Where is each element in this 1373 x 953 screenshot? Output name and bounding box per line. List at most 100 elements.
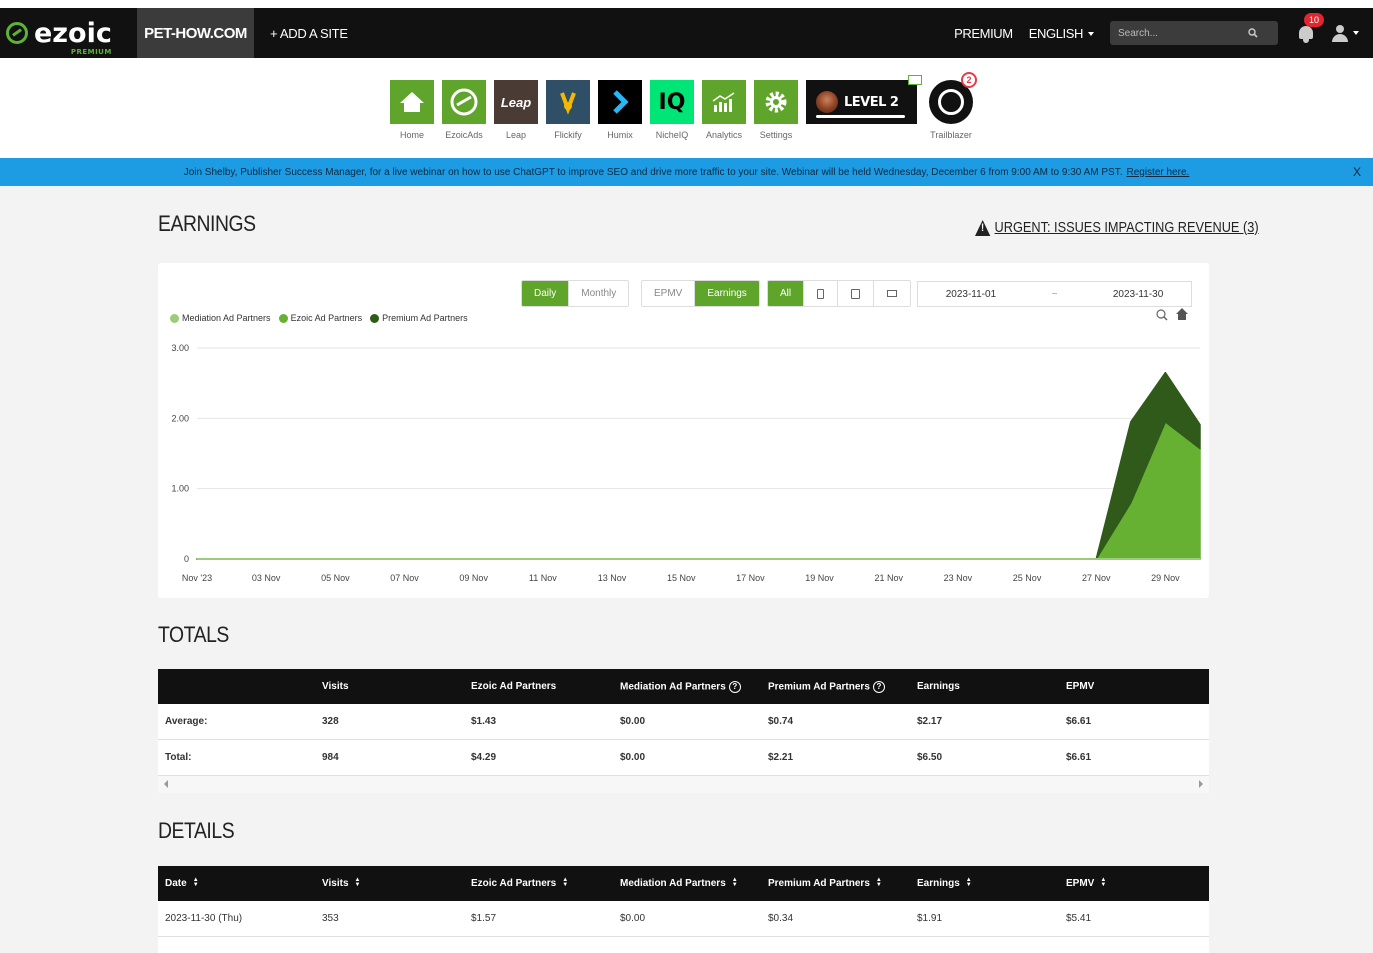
totals-table: Visits Ezoic Ad Partners Mediation Ad Pa… bbox=[158, 669, 1209, 793]
top-navbar: ezoic PREMIUM PET-HOW.COM + ADD A SITE P… bbox=[0, 8, 1373, 58]
x-tick-label: 15 Nov bbox=[667, 573, 696, 583]
y-tick-label: 2.00 bbox=[171, 413, 189, 423]
metric-toggle: EPMV Earnings bbox=[641, 280, 760, 307]
horizontal-scrollbar[interactable] bbox=[158, 776, 1209, 793]
sortable-header[interactable]: Visits ▲ ▼ bbox=[315, 877, 464, 889]
header-label: Mediation Ad Partners bbox=[620, 878, 726, 889]
user-menu[interactable] bbox=[1332, 24, 1359, 42]
header-label: Date bbox=[165, 878, 187, 889]
date-to[interactable]: 2023-11-30 bbox=[1113, 289, 1163, 300]
zoom-icon[interactable] bbox=[1156, 309, 1168, 321]
app-analytics[interactable]: Analytics bbox=[702, 80, 746, 140]
avatar bbox=[816, 91, 838, 113]
scroll-left-arrow-icon[interactable] bbox=[164, 780, 168, 788]
user-icon bbox=[1332, 24, 1348, 42]
totals-title: TOTALS bbox=[158, 622, 229, 647]
table-row: 2023-11-30 (Thu) 353 $1.57 $0.00 $0.34 $… bbox=[158, 901, 1209, 937]
app-ezoicads[interactable]: EzoicAds bbox=[442, 80, 486, 140]
header-label: Ezoic Ad Partners bbox=[471, 878, 557, 889]
ezoic-logo[interactable]: ezoic PREMIUM bbox=[0, 8, 137, 58]
table-cell: 2023-11-30 (Thu) bbox=[165, 913, 243, 924]
header-cell: Earnings bbox=[917, 681, 960, 692]
webinar-banner: Join Shelby, Publisher Success Manager, … bbox=[0, 158, 1373, 186]
level-badge[interactable]: LEVEL 2 bbox=[806, 80, 917, 124]
header-label: Earnings bbox=[917, 878, 960, 889]
notifications-button[interactable]: 10 bbox=[1296, 13, 1325, 44]
table-row: Average: 328 $1.43 $0.00 $0.74 $2.17 $6.… bbox=[158, 704, 1209, 740]
warning-icon bbox=[975, 219, 991, 236]
app-flickify[interactable]: Flickify bbox=[546, 80, 590, 140]
trailblazer-button[interactable]: 2 Trailblazer bbox=[928, 72, 977, 140]
mail-icon[interactable] bbox=[908, 75, 922, 85]
header-cell: Premium Ad Partners? bbox=[761, 680, 910, 693]
help-icon[interactable]: ? bbox=[728, 680, 741, 693]
site-selector[interactable]: PET-HOW.COM bbox=[137, 8, 254, 58]
date-from[interactable]: 2023-11-01 bbox=[946, 289, 996, 300]
x-tick-label: 13 Nov bbox=[598, 573, 627, 583]
header-cell: EPMV bbox=[1066, 681, 1095, 692]
x-tick-label: 21 Nov bbox=[874, 573, 903, 583]
header-label: Mediation Ad Partners bbox=[620, 681, 726, 693]
header-cell: Visits bbox=[322, 681, 349, 692]
mobile-button[interactable] bbox=[804, 281, 839, 306]
tablet-button[interactable] bbox=[838, 281, 875, 306]
x-tick-label: 25 Nov bbox=[1013, 573, 1042, 583]
close-icon[interactable]: X bbox=[1353, 165, 1361, 179]
sortable-header[interactable]: EPMV ▲ ▼ bbox=[1059, 877, 1209, 889]
ezoicads-icon bbox=[442, 80, 486, 124]
monthly-button[interactable]: Monthly bbox=[569, 281, 629, 306]
app-leap[interactable]: Leap Leap bbox=[494, 80, 538, 140]
level-text: LEVEL 2 bbox=[844, 94, 899, 110]
table-cell: $0.00 bbox=[620, 913, 646, 924]
app-settings[interactable]: Settings bbox=[754, 80, 798, 140]
leap-icon-text: Leap bbox=[500, 94, 532, 110]
date-separator: ~ bbox=[1051, 288, 1058, 300]
bell-clapper bbox=[1303, 39, 1309, 43]
tablet-icon bbox=[851, 288, 861, 299]
date-range-picker[interactable]: 2023-11-01 ~ 2023-11-30 bbox=[917, 281, 1192, 307]
app-launcher-bar: Home EzoicAds Leap Leap Flickify Humix I… bbox=[0, 58, 1373, 158]
sort-icon: ▲ ▼ bbox=[354, 877, 361, 889]
header-label: EPMV bbox=[1066, 878, 1095, 889]
daily-button[interactable]: Daily bbox=[522, 281, 570, 306]
sortable-header[interactable]: Mediation Ad Partners ▲ ▼ bbox=[613, 877, 761, 889]
y-tick-label: 0 bbox=[184, 554, 189, 564]
desktop-button[interactable] bbox=[874, 281, 911, 306]
x-tick-label: 19 Nov bbox=[805, 573, 834, 583]
header-label: Premium Ad Partners bbox=[768, 878, 870, 889]
table-cell: $1.91 bbox=[917, 913, 943, 924]
premium-link[interactable]: PREMIUM bbox=[954, 26, 1013, 41]
search-input[interactable] bbox=[1118, 27, 1248, 39]
all-devices-button[interactable]: All bbox=[768, 281, 805, 306]
x-tick-label: 23 Nov bbox=[944, 573, 973, 583]
nav-right: PREMIUM ENGLISH 10 bbox=[954, 8, 1373, 58]
app-humix[interactable]: Humix bbox=[598, 80, 642, 140]
sortable-header[interactable]: Premium Ad Partners ▲ ▼ bbox=[761, 877, 910, 889]
level-progress-bar bbox=[816, 115, 905, 118]
sortable-header[interactable]: Date ▲ ▼ bbox=[158, 877, 315, 889]
header-cell: Mediation Ad Partners? bbox=[613, 680, 761, 693]
language-dropdown[interactable]: ENGLISH bbox=[1029, 26, 1094, 41]
app-label: Settings bbox=[759, 130, 793, 140]
reset-zoom-home-icon[interactable] bbox=[1176, 308, 1188, 320]
browser-top-strip bbox=[0, 0, 1373, 8]
table-cell: $6.50 bbox=[917, 752, 943, 763]
mobile-icon bbox=[817, 288, 825, 299]
table-cell: $0.00 bbox=[620, 716, 646, 727]
earnings-button[interactable]: Earnings bbox=[695, 281, 759, 306]
app-home[interactable]: Home bbox=[390, 80, 434, 140]
add-site-link[interactable]: + ADD A SITE bbox=[270, 26, 348, 41]
details-header-row: Date ▲ ▼ Visits ▲ ▼ Ezoic Ad Partners ▲ ▼ Medi… bbox=[158, 866, 1209, 901]
help-icon[interactable]: ? bbox=[872, 680, 885, 693]
app-nicheiq[interactable]: IQ NicheIQ bbox=[650, 80, 694, 140]
sortable-header[interactable]: Earnings ▲ ▼ bbox=[910, 877, 1059, 889]
register-link[interactable]: Register here. bbox=[1126, 167, 1189, 178]
epmv-button[interactable]: EPMV bbox=[642, 281, 696, 306]
scroll-right-arrow-icon[interactable] bbox=[1199, 780, 1203, 788]
sortable-header[interactable]: Ezoic Ad Partners ▲ ▼ bbox=[464, 877, 613, 889]
x-tick-label: 03 Nov bbox=[252, 573, 281, 583]
y-tick-label: 1.00 bbox=[171, 484, 189, 494]
search-icon[interactable] bbox=[1248, 28, 1258, 38]
details-table: Date ▲ ▼ Visits ▲ ▼ Ezoic Ad Partners ▲ ▼ Medi… bbox=[158, 866, 1209, 953]
urgent-issues-link[interactable]: URGENT: ISSUES IMPACTING REVENUE (3) bbox=[975, 219, 1259, 236]
